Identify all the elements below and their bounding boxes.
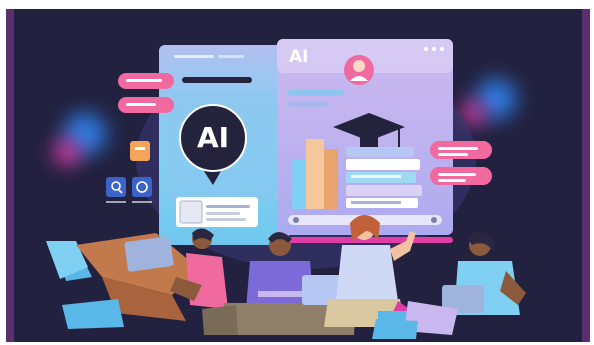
ai-learning-illustration: AI AI [6,9,590,342]
student-left-lying [46,228,228,329]
image-frame: AI AI [0,0,594,345]
window-header-label: AI [289,47,309,67]
course-window-card [277,39,453,243]
ai-badge-label: AI [196,121,230,154]
